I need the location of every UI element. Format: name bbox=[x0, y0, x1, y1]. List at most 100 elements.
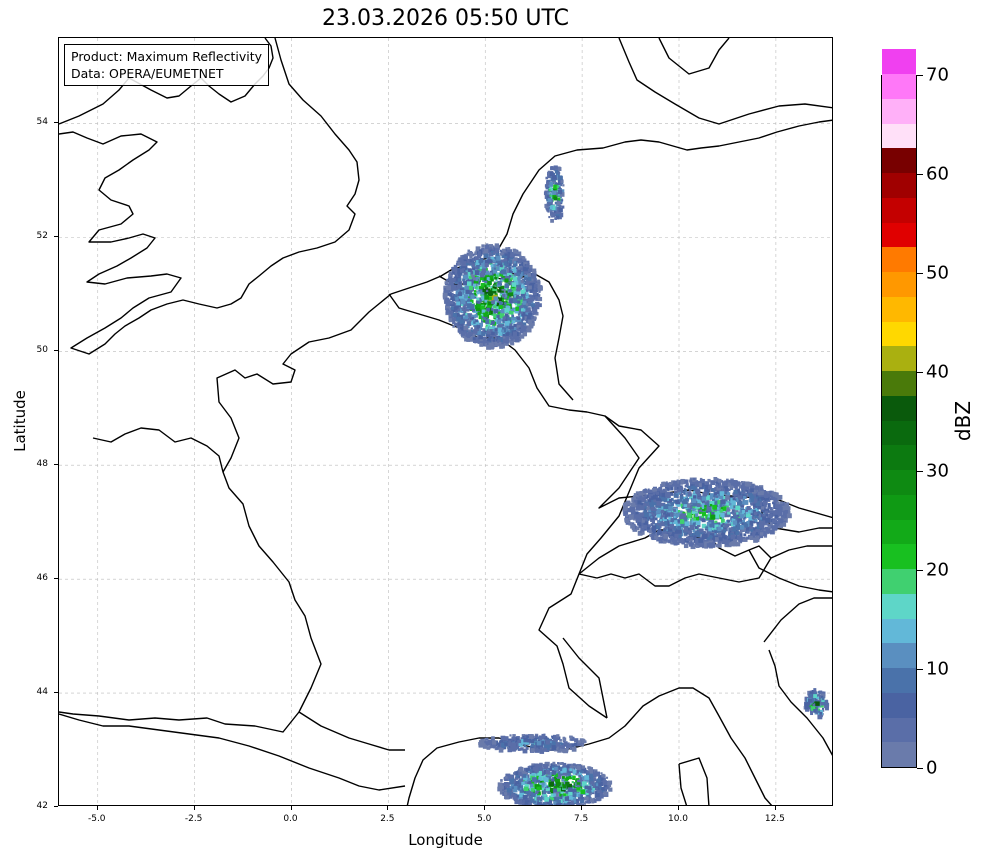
radar-echo-pixel bbox=[577, 784, 580, 788]
radar-echo-pixel bbox=[550, 166, 553, 170]
radar-echo-pixel bbox=[458, 281, 462, 285]
radar-echo-pixel bbox=[523, 737, 528, 743]
radar-echo-pixel bbox=[486, 277, 490, 281]
radar-echo-pixel bbox=[505, 737, 509, 740]
radar-echo-pixel bbox=[675, 499, 680, 504]
radar-echo-pixel bbox=[450, 306, 454, 310]
radar-echo-pixel bbox=[581, 765, 586, 769]
radar-echo-pixel bbox=[535, 790, 539, 794]
radar-echo-pixel bbox=[650, 506, 655, 512]
radar-echo-pixel bbox=[569, 795, 574, 800]
radar-echo-pixel bbox=[491, 256, 494, 260]
radar-echo-pixel bbox=[535, 764, 538, 768]
radar-echo-pixel bbox=[813, 688, 817, 692]
radar-echo-pixel bbox=[760, 506, 765, 510]
radar-echo-pixel bbox=[471, 263, 476, 268]
radar-echo-pixel bbox=[513, 267, 517, 270]
radar-echo-pixel bbox=[457, 262, 461, 265]
radar-echo-pixel bbox=[599, 786, 602, 789]
radar-echo-pixel bbox=[712, 542, 716, 546]
radar-echo-pixel bbox=[684, 484, 688, 488]
radar-echo-pixel bbox=[753, 487, 756, 490]
radar-echo-pixel bbox=[469, 259, 473, 263]
radar-echo-pixel bbox=[551, 735, 554, 738]
radar-echo-pixel bbox=[572, 769, 577, 774]
radar-echo-pixel bbox=[817, 691, 821, 694]
radar-echo-pixel bbox=[531, 777, 537, 782]
radar-echo-pixel bbox=[709, 504, 713, 507]
radar-echo-pixel bbox=[466, 338, 471, 342]
radar-echo-pixel bbox=[572, 763, 576, 766]
radar-echo-pixel bbox=[504, 776, 508, 779]
radar-echo-pixel bbox=[558, 207, 563, 213]
radar-echo-pixel bbox=[746, 511, 749, 515]
radar-echo-pixel bbox=[543, 733, 546, 736]
radar-echo-pixel bbox=[743, 500, 749, 505]
radar-echo-pixel bbox=[545, 740, 550, 745]
radar-echo-pixel bbox=[506, 296, 509, 299]
radar-echo-pixel bbox=[463, 325, 469, 331]
radar-echo-pixel bbox=[473, 290, 477, 293]
radar-echo-pixel bbox=[560, 180, 564, 183]
radar-echo-pixel bbox=[579, 772, 582, 776]
radar-echo-pixel bbox=[694, 513, 699, 517]
radar-echo-pixel bbox=[664, 516, 667, 520]
radar-echo-pixel bbox=[721, 485, 724, 488]
radar-echo-pixel bbox=[491, 331, 495, 336]
radar-echo-pixel bbox=[759, 487, 763, 491]
radar-echo-pixel bbox=[687, 508, 692, 513]
radar-echo-pixel bbox=[576, 765, 581, 771]
radar-echo-pixel bbox=[517, 259, 522, 264]
radar-echo-pixel bbox=[486, 307, 490, 312]
radar-echo-pixel bbox=[571, 747, 577, 752]
radar-echo-pixel bbox=[542, 790, 547, 795]
radar-echo-pixel bbox=[455, 310, 458, 313]
radar-echo-pixel bbox=[719, 491, 725, 496]
danish-coastline bbox=[618, 38, 832, 125]
radar-echo-pixel bbox=[492, 259, 496, 263]
radar-echo-pixel bbox=[447, 300, 450, 303]
radar-echo-pixel bbox=[500, 301, 504, 305]
radar-echo-pixel bbox=[476, 291, 480, 295]
radar-echo-pixel bbox=[522, 256, 526, 260]
radar-echo-pixel bbox=[541, 804, 544, 805]
coastlines-and-borders bbox=[59, 38, 832, 805]
radar-echo-pixel bbox=[513, 261, 517, 264]
radar-echo-pixel bbox=[653, 499, 657, 503]
radar-echo-pixel bbox=[656, 500, 662, 506]
adriatic-coastline bbox=[763, 597, 832, 756]
radar-echo-pixel bbox=[477, 251, 481, 255]
radar-echo-pixel bbox=[729, 527, 733, 531]
radar-map[interactable] bbox=[58, 37, 833, 806]
radar-echo-pixel bbox=[466, 321, 472, 327]
radar-echo-pixel bbox=[493, 309, 499, 314]
radar-echo-pixel bbox=[486, 345, 491, 350]
radar-echo-pixel bbox=[470, 327, 473, 330]
radar-echo-pixel bbox=[557, 189, 563, 195]
radar-echo-pixel bbox=[508, 289, 512, 293]
radar-echo-pixel bbox=[555, 805, 559, 806]
radar-echo-pixel bbox=[481, 738, 485, 742]
radar-echo-pixel bbox=[452, 325, 455, 328]
radar-echo-pixel bbox=[530, 748, 535, 753]
radar-echo-pixel bbox=[480, 283, 485, 287]
radar-echo-pixel bbox=[528, 802, 532, 805]
radar-echo-pixel bbox=[567, 787, 573, 792]
radar-echo-pixel bbox=[673, 520, 678, 525]
radar-echo-pixel bbox=[539, 746, 543, 750]
radar-echo-pixel bbox=[490, 338, 493, 341]
radar-echo-pixel bbox=[732, 480, 736, 484]
radar-echo-pixel bbox=[737, 488, 740, 492]
radar-echo-pixel bbox=[451, 284, 457, 289]
radar-echo-pixel bbox=[667, 513, 671, 517]
radar-echo-pixel bbox=[589, 773, 593, 777]
radar-echo-pixel bbox=[710, 480, 716, 485]
radar-echo-pixel bbox=[505, 259, 508, 262]
radar-echo-pixel bbox=[500, 344, 505, 349]
radar-echo-pixel bbox=[481, 268, 487, 273]
radar-echo-pixel bbox=[646, 526, 650, 530]
radar-echo-pixel bbox=[496, 256, 501, 261]
radar-echo-pixel bbox=[647, 488, 650, 491]
radar-echo-pixel bbox=[557, 166, 561, 170]
radar-echo-pixel bbox=[730, 541, 735, 547]
